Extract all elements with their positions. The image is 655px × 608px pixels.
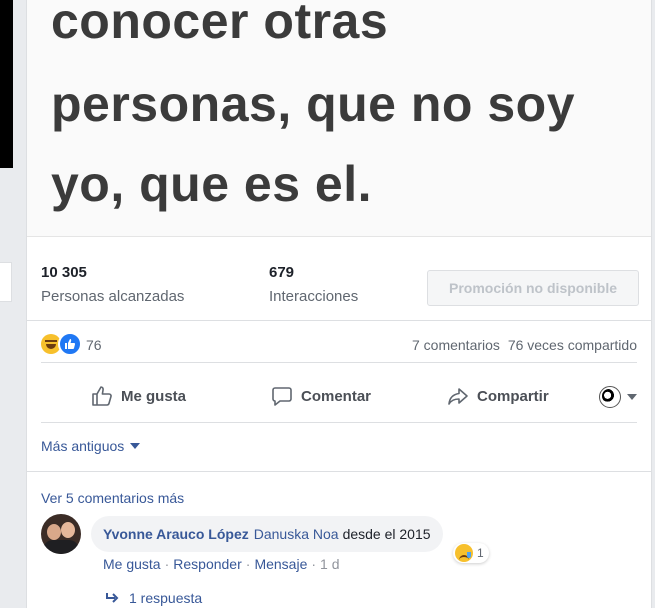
comment-author[interactable]: Yvonne Arauco López [103,526,249,542]
share-button[interactable]: Compartir [447,384,549,408]
comment-message-link[interactable]: Mensaje [254,556,307,572]
divider [27,471,651,472]
page-avatar [599,386,621,408]
background-card-edge [0,262,12,302]
engagement-value: 679 [269,264,295,281]
like-icon[interactable] [58,332,82,356]
comment-sort-dropdown[interactable]: Más antiguos [41,438,141,454]
comments-count-link[interactable]: 7 comentarios [412,337,500,353]
chevron-down-icon [130,443,141,449]
post-image-text-line: personas, que no soy [51,76,576,132]
promote-button[interactable]: Promoción no disponible [427,270,639,306]
post-card: conocer otras personas, que no soy yo, q… [26,0,652,608]
reach-label: Personas alcanzadas [41,288,185,305]
post-action-bar: Me gusta Comentar Compartir [41,370,637,423]
comment-text: desde el 2015 [342,526,431,542]
reaction-summary: 76 7 comentarios 76 veces compartido [41,330,637,363]
reaction-count[interactable]: 76 [86,337,102,353]
comment-reaction-badge[interactable]: 1 [453,543,489,563]
like-button[interactable]: Me gusta [91,384,186,408]
post-image[interactable]: conocer otras personas, que no soy yo, q… [27,0,651,237]
share-button-label: Compartir [477,387,549,405]
share-arrow-icon [448,388,468,405]
sad-icon [455,544,473,562]
engagement-label: Interacciones [269,288,359,305]
post-image-text-line: yo, que es el. [51,156,373,212]
comment-reaction-count: 1 [477,546,484,560]
comment-actions: Me gusta · Responder · Mensaje · 1 d [103,556,340,572]
comment-share-counts: 7 comentarios 76 veces compartido [408,337,637,353]
post-insights: 10 305 Personas alcanzadas 679 Interacci… [27,252,651,321]
thumbs-up-icon [92,386,112,406]
reach-value: 10 305 [41,264,87,281]
view-more-comments-link[interactable]: Ver 5 comentarios más [41,490,184,506]
reply-arrow-icon [106,593,119,603]
comment-mention[interactable]: Danuska Noa [254,526,339,542]
comment-like-link[interactable]: Me gusta [103,556,161,572]
comment-timestamp[interactable]: 1 d [320,556,339,572]
chevron-down-icon [627,394,637,400]
comment-bubble: Yvonne Arauco López Danuska Noa desde el… [91,516,443,552]
avatar[interactable] [41,514,81,554]
replies-count: 1 respuesta [129,590,203,606]
view-replies-link[interactable]: 1 respuesta [105,590,202,606]
comment-icon [272,387,292,406]
comment-button[interactable]: Comentar [271,384,371,408]
comment-as-selector[interactable] [599,386,637,408]
shares-count-link[interactable]: 76 veces compartido [508,337,637,353]
comment-button-label: Comentar [301,387,372,405]
comment-sort-label: Más antiguos [41,438,125,454]
like-button-label: Me gusta [121,387,187,405]
post-image-text-line: conocer otras [51,0,389,49]
background-video-edge [0,0,13,168]
comment-reply-link[interactable]: Responder [173,556,242,572]
